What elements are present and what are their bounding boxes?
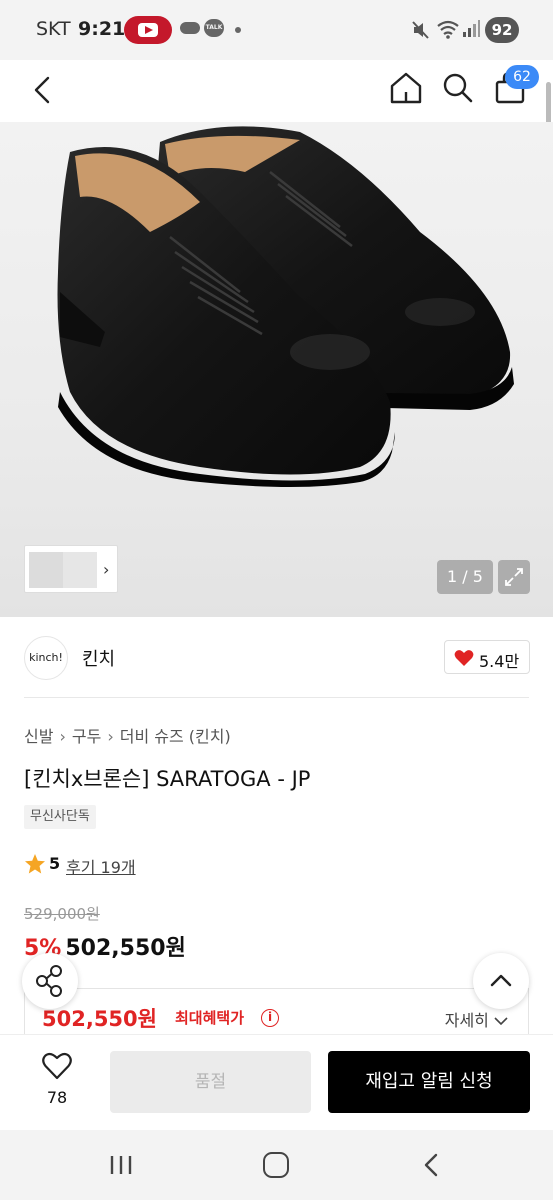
youtube-notification-icon [124, 16, 172, 44]
sale-price: 502,550원 [65, 936, 186, 961]
original-price: 529,000원 [24, 905, 100, 923]
back-arrow-icon[interactable] [26, 70, 62, 110]
breadcrumb-item[interactable]: 구두 [72, 727, 101, 746]
star-icon [25, 854, 45, 874]
brand-name-link[interactable]: 킨치 [82, 645, 115, 671]
app-header: 62 [0, 60, 553, 122]
max-benefit-label: 최대혜택가 [175, 1009, 245, 1027]
breadcrumb-item[interactable]: 더비 슈즈 (킨치) [120, 727, 231, 746]
info-icon[interactable]: i [261, 1009, 279, 1027]
share-icon [36, 965, 62, 997]
purchase-bar: 78 품절 재입고 알림 신청 [0, 1034, 553, 1130]
carrier-label: SKT [36, 18, 71, 40]
chevron-right-icon: › [107, 727, 114, 746]
cloud-icon [180, 22, 200, 34]
product-image-gallery[interactable]: › 1 / 5 [0, 122, 553, 617]
recent-apps-icon[interactable] [108, 1154, 136, 1176]
expand-image-button[interactable] [498, 560, 530, 594]
heart-outline-icon [42, 1052, 72, 1080]
scroll-to-top-button[interactable] [473, 953, 529, 1009]
heart-filled-icon [454, 650, 474, 666]
chevron-down-icon [494, 1017, 508, 1026]
chevron-right-icon: › [59, 727, 66, 746]
wishlist-button[interactable]: 78 [24, 1050, 90, 1116]
rating-score: 5 [49, 854, 61, 873]
reviews-link[interactable]: 후기 19개 [66, 854, 136, 878]
thumbnail-strip[interactable]: › [24, 545, 118, 593]
divider [24, 697, 529, 698]
wifi-icon [437, 20, 459, 39]
brand-like-button[interactable]: 5.4만 [444, 640, 530, 674]
brand-like-count: 5.4만 [479, 652, 520, 671]
benefit-detail-toggle[interactable]: 자세히 [445, 1007, 508, 1031]
cart-count-badge: 62 [505, 65, 539, 89]
thumbnail-image[interactable] [63, 552, 97, 588]
home-icon[interactable] [386, 68, 426, 108]
expand-icon [505, 568, 523, 586]
detail-label: 자세히 [444, 1011, 489, 1030]
brand-logo[interactable]: kinch! [24, 636, 68, 680]
battery-indicator: 92 [485, 17, 519, 43]
status-bar: SKT 9:21 TALK 92 [0, 0, 553, 60]
mute-icon [412, 21, 429, 39]
share-button[interactable] [22, 953, 78, 1009]
home-nav-icon[interactable] [263, 1152, 289, 1178]
chevron-right-icon[interactable]: › [103, 560, 109, 579]
product-shoes-image [57, 126, 514, 487]
system-navigation-bar [0, 1130, 553, 1200]
clock: 9:21 [78, 18, 126, 40]
max-benefit-panel[interactable]: 502,550원 최대혜택가 i 자세히 [24, 988, 529, 1036]
soldout-button: 품절 [110, 1051, 311, 1113]
wishlist-count: 78 [46, 1088, 68, 1107]
breadcrumb-item[interactable]: 신발 [24, 727, 53, 746]
signal-icon [463, 20, 480, 37]
more-notifications-dot-icon [235, 27, 241, 33]
search-icon[interactable] [438, 68, 478, 108]
back-nav-icon[interactable] [420, 1152, 442, 1178]
kakaotalk-icon: TALK [204, 19, 224, 37]
thumbnail-image[interactable] [29, 552, 63, 588]
product-title: [킨치x브론슨] SARATOGA - JP [24, 767, 311, 791]
chevron-up-icon [490, 974, 512, 987]
exclusive-badge: 무신사단독 [24, 805, 96, 829]
image-page-indicator: 1 / 5 [437, 560, 493, 594]
category-breadcrumb: 신발 › 구두 › 더비 슈즈 (킨치) [24, 723, 231, 747]
restock-notify-button[interactable]: 재입고 알림 신청 [328, 1051, 530, 1113]
